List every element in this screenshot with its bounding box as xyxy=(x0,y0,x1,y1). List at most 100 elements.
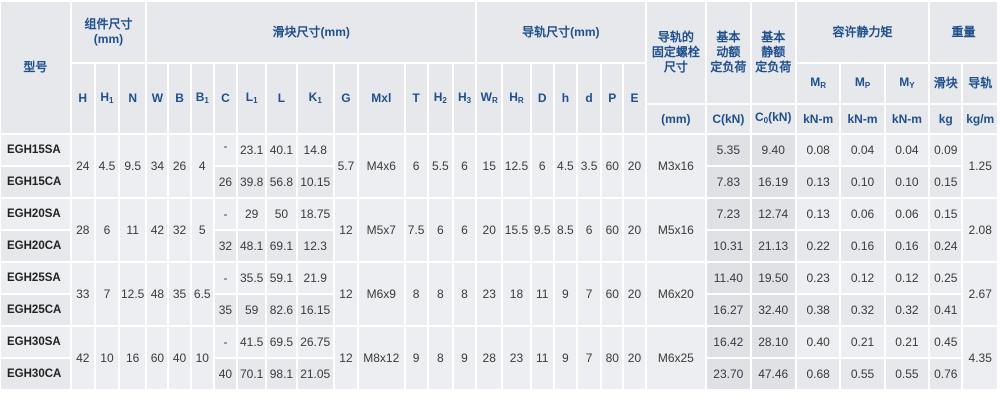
cell-static-load: 32.40 xyxy=(751,295,795,325)
col-MP: MP xyxy=(841,64,884,103)
col-H3: H3 xyxy=(453,64,476,133)
cell-h: 4.5 xyxy=(554,135,576,197)
cell-bolt: M6x25 xyxy=(646,327,706,389)
model-cell: EGH25CA xyxy=(1,295,70,325)
cell-MP: 0.10 xyxy=(841,167,884,197)
cell-L1: 41.5 xyxy=(238,327,266,357)
dyn-load-unit: C(kN) xyxy=(707,105,750,133)
cell-WR: 15 xyxy=(477,135,502,197)
cell-B: 26 xyxy=(169,135,190,197)
cell-d: 7 xyxy=(577,327,601,389)
cell-D: 9.5 xyxy=(531,199,553,261)
cell-MR: 0.08 xyxy=(796,135,840,165)
cell-h: 9 xyxy=(554,263,576,325)
cell-L: 56.8 xyxy=(267,167,296,197)
cell-rail-weight: 2.08 xyxy=(963,199,997,261)
cell-H2: 6 xyxy=(428,199,452,261)
cell-H1: 6 xyxy=(95,199,119,261)
cell-HR: 12.5 xyxy=(503,135,530,197)
cell-block-weight: 0.41 xyxy=(930,295,962,325)
cell-h: 9 xyxy=(554,327,576,389)
col-T: T xyxy=(405,64,427,133)
block-weight-unit: kg xyxy=(930,105,962,133)
cell-L: 59.1 xyxy=(267,263,296,293)
cell-W: 60 xyxy=(147,327,168,389)
cell-L: 69.5 xyxy=(267,327,296,357)
cell-W: 42 xyxy=(147,199,168,261)
cell-block-weight: 0.09 xyxy=(930,135,962,165)
col-D: D xyxy=(531,64,553,133)
cell-N: 9.5 xyxy=(120,135,146,197)
cell-d: 3.5 xyxy=(577,135,601,197)
cell-B: 35 xyxy=(169,263,190,325)
cell-HR: 18 xyxy=(503,263,530,325)
cell-H1: 10 xyxy=(95,327,119,389)
cell-rail-weight: 2.67 xyxy=(963,263,997,325)
cell-WR: 23 xyxy=(477,263,502,325)
cell-H: 24 xyxy=(71,135,94,197)
cell-B: 32 xyxy=(169,199,190,261)
cell-block-weight: 0.45 xyxy=(930,327,962,357)
cell-Mxl: M6x9 xyxy=(359,263,404,325)
cell-h: 8.5 xyxy=(554,199,576,261)
moment-p-unit: kN-m xyxy=(841,105,884,133)
col-K1: K1 xyxy=(297,64,333,133)
cell-block-weight: 0.15 xyxy=(930,199,962,229)
col-d: d xyxy=(577,64,601,133)
cell-C: 35 xyxy=(214,295,237,325)
cell-G: 12 xyxy=(334,327,358,389)
col-G: G xyxy=(334,64,358,133)
model-cell: EGH15CA xyxy=(1,167,70,197)
table-row: EGH30SA 42 10 16 60 40 10 - 41.5 69.5 26… xyxy=(1,327,997,389)
cell-K1: 14.8 xyxy=(297,135,333,165)
cell-K1: 10.15 xyxy=(297,167,333,197)
moment-r-unit: kN-m xyxy=(796,105,840,133)
cell-C: 32 xyxy=(214,231,237,261)
cell-L1: 23.1 xyxy=(238,135,266,165)
cell-E: 20 xyxy=(624,263,645,325)
cell-E: 20 xyxy=(624,327,645,389)
cell-Mxl: M8x12 xyxy=(359,327,404,389)
model-cell: EGH30CA xyxy=(1,359,70,389)
cell-MP: 0.32 xyxy=(841,295,884,325)
cell-H: 33 xyxy=(71,263,94,325)
cell-static-load: 47.46 xyxy=(751,359,795,389)
cell-C: - xyxy=(214,327,237,357)
cell-MP: 0.55 xyxy=(841,359,884,389)
cell-MR: 0.38 xyxy=(796,295,840,325)
col-H2: H2 xyxy=(428,64,452,133)
cell-L: 98.1 xyxy=(267,359,296,389)
col-H1: H1 xyxy=(95,64,119,133)
cell-L1: 35.5 xyxy=(238,263,266,293)
cell-Mxl: M4x6 xyxy=(359,135,404,197)
col-B: B xyxy=(169,64,190,133)
cell-N: 12.5 xyxy=(120,263,146,325)
cell-L: 82.6 xyxy=(267,295,296,325)
cell-block-weight: 0.24 xyxy=(930,231,962,261)
assembly-dimensions-header: 组件尺寸 (mm) xyxy=(71,2,146,62)
col-E: E xyxy=(624,64,645,133)
cell-MP: 0.21 xyxy=(841,327,884,357)
cell-G: 5.7 xyxy=(334,135,358,197)
cell-D: 11 xyxy=(531,327,553,389)
model-cell: EGH30SA xyxy=(1,327,70,357)
cell-B1: 5 xyxy=(191,199,213,261)
cell-L: 50 xyxy=(267,199,296,229)
cell-C: - xyxy=(214,135,237,165)
cell-rail-weight: 1.25 xyxy=(963,135,997,197)
cell-H2: 8 xyxy=(428,327,452,389)
cell-C: 26 xyxy=(214,167,237,197)
cell-L1: 29 xyxy=(238,199,266,229)
cell-MY: 0.06 xyxy=(885,199,929,229)
cell-H: 42 xyxy=(71,327,94,389)
cell-MR: 0.40 xyxy=(796,327,840,357)
cell-dyn-load: 23.70 xyxy=(707,359,750,389)
cell-H2: 5.5 xyxy=(428,135,452,197)
col-N: N xyxy=(120,64,146,133)
cell-MY: 0.16 xyxy=(885,231,929,261)
cell-G: 12 xyxy=(334,263,358,325)
cell-H3: 6 xyxy=(453,135,476,197)
cell-K1: 21.9 xyxy=(297,263,333,293)
col-B1: B1 xyxy=(191,64,213,133)
cell-Mxl: M5x7 xyxy=(359,199,404,261)
